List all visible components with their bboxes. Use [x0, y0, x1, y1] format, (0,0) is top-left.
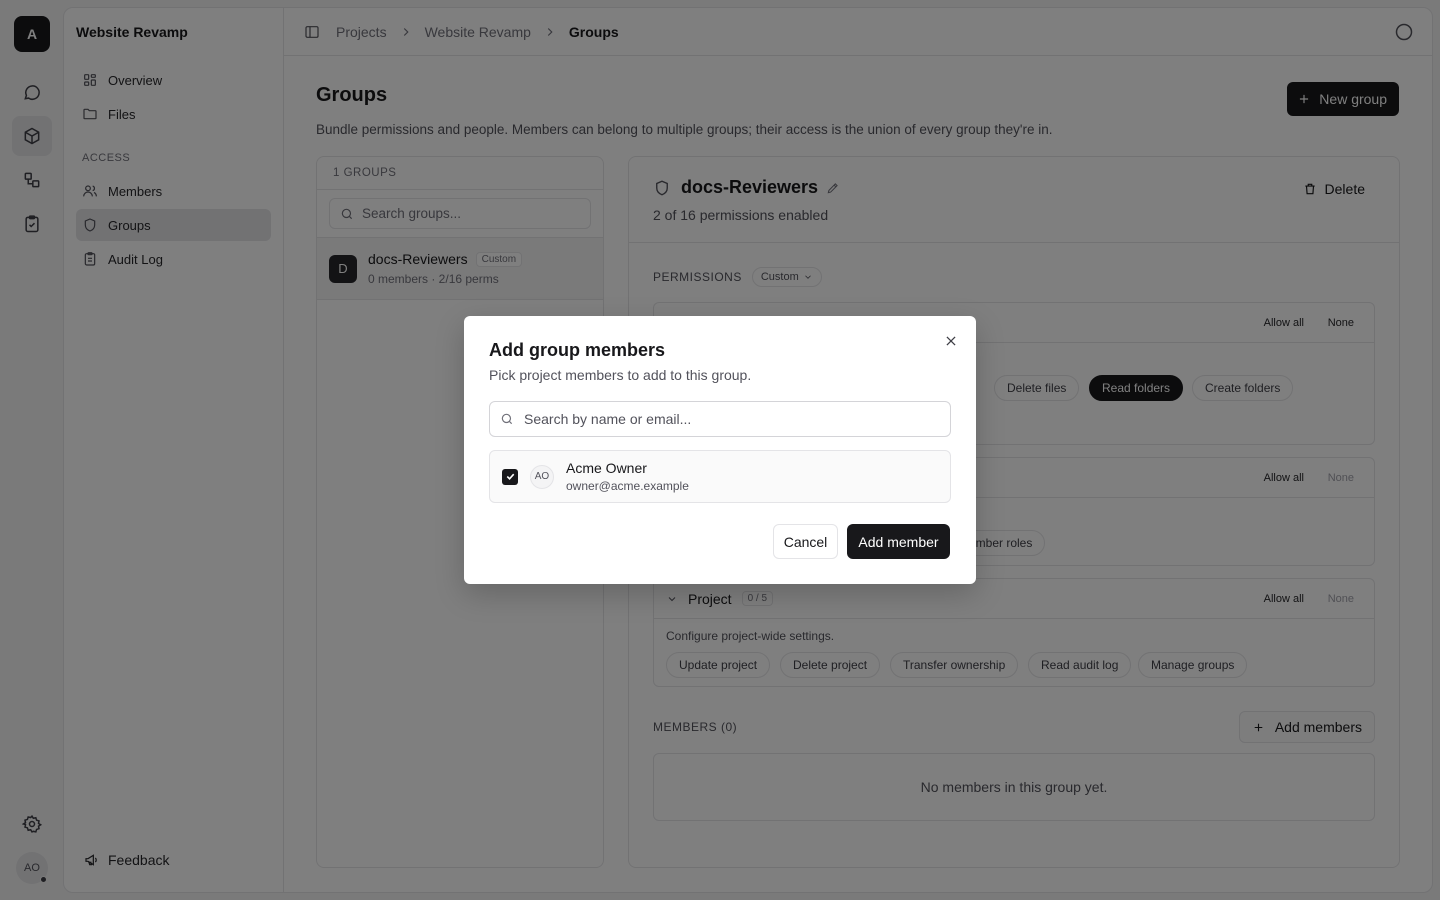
check-icon [506, 473, 514, 480]
add-member-button[interactable]: Add member [847, 524, 950, 559]
dialog-subtitle: Pick project members to add to this grou… [489, 367, 752, 383]
member-avatar: AO [530, 464, 554, 489]
member-info: Acme Owner owner@acme.example [566, 460, 689, 493]
member-checkbox[interactable] [502, 468, 518, 485]
search-icon [501, 413, 513, 425]
add-group-members-dialog: Add group members Pick project members t… [464, 316, 976, 584]
member-option[interactable]: AO Acme Owner owner@acme.example [489, 450, 951, 503]
cancel-button[interactable]: Cancel [773, 524, 838, 559]
member-email: owner@acme.example [566, 479, 689, 493]
member-search-input[interactable] [524, 411, 924, 427]
close-icon[interactable] [944, 334, 958, 348]
member-search[interactable] [489, 401, 951, 437]
dialog-title: Add group members [489, 340, 666, 360]
member-name: Acme Owner [566, 460, 647, 476]
